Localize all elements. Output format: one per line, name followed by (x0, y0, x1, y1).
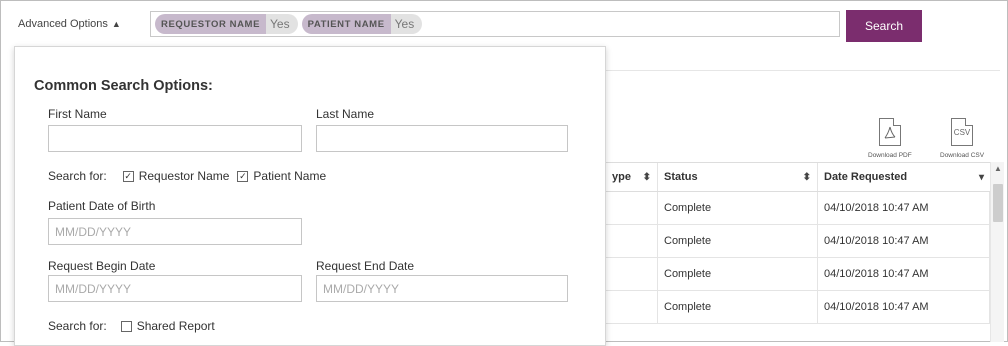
dob-field[interactable] (48, 218, 302, 245)
requestor-name-label: Requestor Name (138, 169, 230, 183)
csv-icon: CSV (951, 118, 974, 146)
download-csv-button[interactable]: CSV Download CSV (940, 118, 984, 159)
table-header: ype ⬍ Status ⬍ Date Requested ▾ (606, 162, 990, 192)
column-header-label: Date Requested (824, 171, 908, 183)
chip-key: REQUESTOR NAME (155, 14, 267, 34)
cell-date: 04/10/2018 10:47 AM (818, 291, 990, 323)
column-header-label: Status (664, 171, 698, 183)
cell-type (606, 225, 658, 257)
column-header-label: ype (612, 171, 631, 183)
begin-date-field[interactable] (48, 275, 302, 302)
table-row[interactable]: Complete 04/10/2018 10:47 AM (606, 192, 990, 225)
search-field[interactable]: REQUESTOR NAME Yes PATIENT NAME Yes (150, 11, 840, 37)
sort-icon: ⬍ (642, 171, 651, 183)
patient-name-checkbox[interactable]: ✓ (237, 170, 249, 182)
scroll-thumb[interactable] (993, 184, 1003, 222)
chip-value: Yes (390, 14, 423, 34)
shared-report-label: Shared Report (136, 319, 215, 333)
requestor-name-checkbox[interactable]: ✓ (122, 170, 134, 182)
pdf-icon (878, 118, 901, 146)
download-pdf-button[interactable]: Download PDF (868, 118, 912, 159)
cell-status: Complete (658, 258, 818, 290)
vertical-scrollbar[interactable]: ▲ (990, 162, 1004, 342)
cell-status: Complete (658, 192, 818, 224)
patient-name-label: Patient Name (253, 169, 327, 183)
dob-label: Patient Date of Birth (48, 199, 156, 213)
scroll-up-icon[interactable]: ▲ (991, 164, 1005, 173)
filter-chip-patient-name[interactable]: PATIENT NAME Yes (301, 14, 423, 34)
search-for-label: Search for: (48, 169, 107, 183)
sort-icon: ⬍ (802, 171, 811, 183)
search-for-label-2: Search for: (48, 319, 107, 333)
results-table: ype ⬍ Status ⬍ Date Requested ▾ Complete… (606, 162, 990, 324)
shared-report-checkbox[interactable] (120, 320, 132, 332)
advanced-options-toggle[interactable]: Advanced Options ▲ (18, 18, 121, 30)
table-row[interactable]: Complete 04/10/2018 10:47 AM (606, 291, 990, 324)
advanced-options-label: Advanced Options (18, 18, 108, 30)
cell-status: Complete (658, 225, 818, 257)
first-name-field[interactable] (48, 125, 302, 152)
last-name-field[interactable] (316, 125, 568, 152)
cell-date: 04/10/2018 10:47 AM (818, 258, 990, 290)
download-csv-label: Download CSV (940, 152, 985, 159)
end-date-label: Request End Date (316, 259, 415, 273)
first-name-label: First Name (48, 107, 107, 121)
panel-title: Common Search Options: (34, 78, 213, 94)
last-name-label: Last Name (316, 107, 375, 121)
cell-status: Complete (658, 291, 818, 323)
cell-date: 04/10/2018 10:47 AM (818, 192, 990, 224)
table-row[interactable]: Complete 04/10/2018 10:47 AM (606, 225, 990, 258)
cell-type (606, 291, 658, 323)
column-header-type[interactable]: ype ⬍ (606, 163, 658, 191)
search-button[interactable]: Search (846, 10, 922, 42)
sort-desc-icon: ▾ (978, 171, 984, 183)
chip-key: PATIENT NAME (301, 14, 391, 34)
begin-date-label: Request Begin Date (48, 259, 156, 273)
search-for-row-2: Search for: Shared Report (48, 319, 215, 333)
table-row[interactable]: Complete 04/10/2018 10:47 AM (606, 258, 990, 291)
cell-type (606, 192, 658, 224)
filter-chip-requestor-name[interactable]: REQUESTOR NAME Yes (155, 14, 298, 34)
divider (606, 70, 1000, 71)
search-for-row: Search for: ✓ Requestor Name ✓ Patient N… (48, 169, 326, 183)
end-date-field[interactable] (316, 275, 568, 302)
column-header-status[interactable]: Status ⬍ (658, 163, 818, 191)
column-header-date-requested[interactable]: Date Requested ▾ (818, 163, 990, 191)
download-pdf-label: Download PDF (868, 152, 912, 159)
cell-type (606, 258, 658, 290)
caret-up-icon: ▲ (111, 19, 121, 29)
chip-value: Yes (266, 14, 298, 34)
cell-date: 04/10/2018 10:47 AM (818, 225, 990, 257)
csv-glyph: CSV (953, 128, 971, 137)
